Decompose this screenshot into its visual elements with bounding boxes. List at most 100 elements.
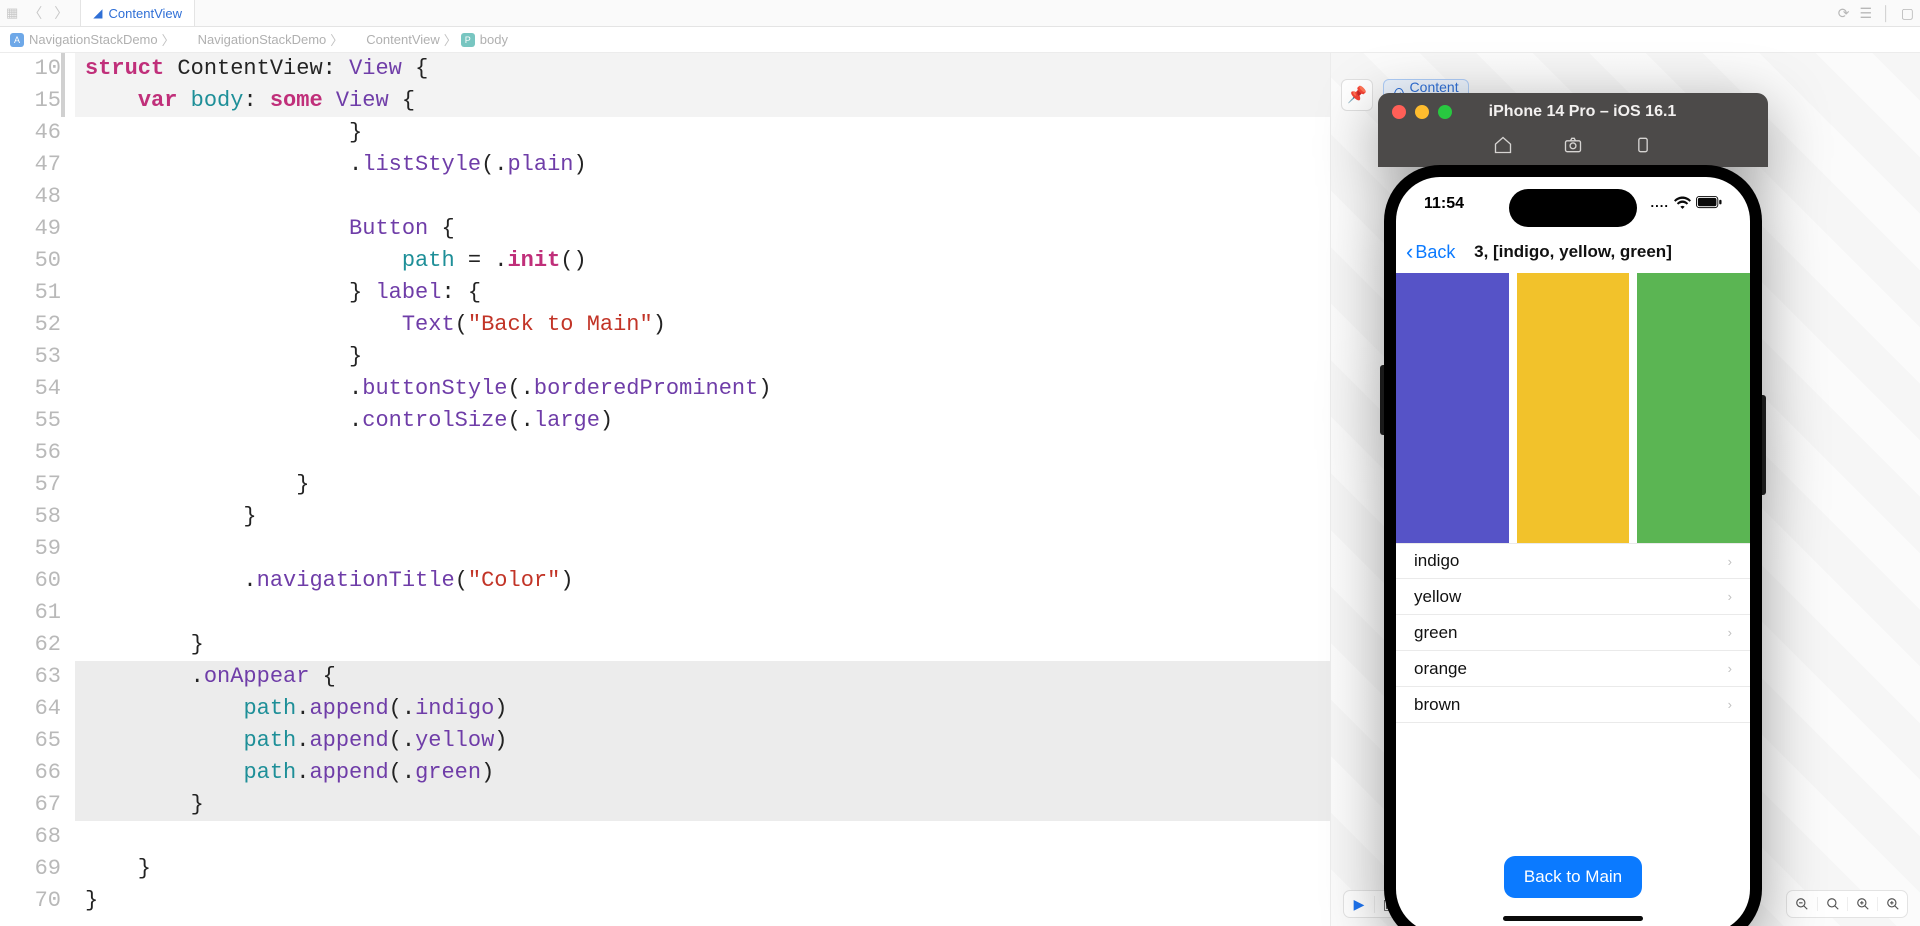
- line-number: 50: [0, 245, 61, 277]
- zoom-fit-button[interactable]: [1847, 897, 1877, 911]
- code-line[interactable]: path.append(.indigo): [75, 693, 1330, 725]
- folder-icon: ▣: [179, 33, 193, 47]
- line-number: 70: [0, 885, 61, 917]
- code-line[interactable]: }: [75, 117, 1330, 149]
- line-number: 47: [0, 149, 61, 181]
- simulator-title: iPhone 14 Pro – iOS 16.1: [1411, 103, 1754, 121]
- tab-label: ContentView: [109, 6, 182, 21]
- cellular-dots: ....: [1651, 195, 1669, 210]
- code-line[interactable]: [75, 533, 1330, 565]
- add-editor-icon[interactable]: ▢: [1901, 5, 1914, 22]
- rotate-icon[interactable]: [1633, 135, 1653, 160]
- code-line[interactable]: [75, 437, 1330, 469]
- line-number: 57: [0, 469, 61, 501]
- code-line[interactable]: }: [75, 885, 1330, 917]
- list-item[interactable]: indigo›: [1396, 543, 1750, 579]
- list-item-label: orange: [1414, 659, 1467, 679]
- minimap-icon[interactable]: │: [1882, 5, 1891, 22]
- back-button[interactable]: ‹ Back: [1406, 239, 1455, 265]
- line-number: 66: [0, 757, 61, 789]
- code-line[interactable]: .listStyle(.plain): [75, 149, 1330, 181]
- line-number: 10: [0, 53, 61, 85]
- crumb-project[interactable]: NavigationStackDemo: [29, 32, 158, 47]
- code-line[interactable]: }: [75, 341, 1330, 373]
- code-line[interactable]: struct ContentView: View {: [75, 53, 1330, 85]
- refresh-icon[interactable]: ⟳: [1838, 5, 1850, 22]
- tab-contentview[interactable]: ◢ ContentView: [80, 0, 195, 26]
- crumb-symbol[interactable]: body: [480, 32, 508, 47]
- line-number: 59: [0, 533, 61, 565]
- line-number: 49: [0, 213, 61, 245]
- code-line[interactable]: [75, 821, 1330, 853]
- home-icon[interactable]: [1493, 135, 1513, 160]
- code-line[interactable]: }: [75, 789, 1330, 821]
- nav-back-icon[interactable]: 〈: [26, 3, 44, 23]
- list-item-label: yellow: [1414, 587, 1461, 607]
- chevron-right-icon: ›: [1728, 697, 1732, 712]
- line-number: 46: [0, 117, 61, 149]
- nav-forward-icon[interactable]: 〉: [52, 3, 70, 23]
- color-swatch: [1517, 273, 1630, 543]
- project-icon: A: [10, 33, 24, 47]
- code-area[interactable]: struct ContentView: View { var body: som…: [75, 53, 1330, 926]
- pin-preview-button[interactable]: 📌: [1341, 79, 1373, 111]
- battery-icon: [1696, 196, 1722, 209]
- simulator-window: iPhone 14 Pro – iOS 16.1: [1378, 93, 1768, 926]
- code-line[interactable]: }: [75, 853, 1330, 885]
- code-line[interactable]: Text("Back to Main"): [75, 309, 1330, 341]
- source-editor[interactable]: 1015464748495051525354555657585960616263…: [0, 53, 1330, 926]
- line-number: 65: [0, 725, 61, 757]
- window-close-button[interactable]: [1392, 105, 1406, 119]
- line-number: 58: [0, 501, 61, 533]
- adjust-editor-icon[interactable]: ☰: [1859, 5, 1872, 22]
- list-item[interactable]: brown›: [1396, 687, 1750, 723]
- wifi-icon: [1674, 196, 1691, 209]
- chevron-right-icon: ›: [1728, 661, 1732, 676]
- code-line[interactable]: .buttonStyle(.borderedProminent): [75, 373, 1330, 405]
- crumb-file[interactable]: ContentView: [366, 32, 439, 47]
- code-line[interactable]: .onAppear {: [75, 661, 1330, 693]
- code-line[interactable]: var body: some View {: [75, 85, 1330, 117]
- line-gutter: 1015464748495051525354555657585960616263…: [0, 53, 75, 926]
- list-item[interactable]: green›: [1396, 615, 1750, 651]
- code-line[interactable]: [75, 597, 1330, 629]
- device-screen[interactable]: 11:54 .... ‹ Back 3, [indigo, yellow, gr…: [1396, 177, 1750, 926]
- crumb-folder[interactable]: NavigationStackDemo: [198, 32, 327, 47]
- home-indicator[interactable]: [1503, 916, 1643, 921]
- code-line[interactable]: }: [75, 469, 1330, 501]
- color-list: indigo›yellow›green›orange›brown›: [1396, 543, 1750, 723]
- jump-bar[interactable]: ANavigationStackDemo 〉 ▣NavigationStackD…: [0, 27, 1920, 53]
- chevron-right-icon: ›: [1728, 554, 1732, 569]
- live-preview-button[interactable]: ▶: [1344, 896, 1374, 913]
- zoom-out-button[interactable]: [1787, 897, 1817, 911]
- back-to-main-button[interactable]: Back to Main: [1504, 856, 1642, 898]
- chevron-right-icon: ›: [1728, 625, 1732, 640]
- line-number: 61: [0, 597, 61, 629]
- code-line[interactable]: }: [75, 501, 1330, 533]
- zoom-reset-button[interactable]: [1817, 897, 1847, 911]
- code-line[interactable]: .navigationTitle("Color"): [75, 565, 1330, 597]
- line-number: 60: [0, 565, 61, 597]
- related-items-icon[interactable]: ▦: [6, 5, 18, 21]
- code-line[interactable]: path = .init(): [75, 245, 1330, 277]
- code-line[interactable]: .controlSize(.large): [75, 405, 1330, 437]
- line-number: 53: [0, 341, 61, 373]
- editor-tab-bar: ▦ 〈 〉 ◢ ContentView ⟳ ☰ │ ▢: [0, 0, 1920, 27]
- chevron-right-icon: ›: [1728, 589, 1732, 604]
- swift-file-icon: ◢: [93, 6, 102, 20]
- list-item[interactable]: orange ›: [1396, 651, 1750, 687]
- device-frame: 11:54 .... ‹ Back 3, [indigo, yellow, gr…: [1384, 165, 1762, 926]
- line-number: 62: [0, 629, 61, 661]
- line-number: 68: [0, 821, 61, 853]
- code-line[interactable]: [75, 181, 1330, 213]
- code-line[interactable]: path.append(.green): [75, 757, 1330, 789]
- line-number: 15: [0, 85, 61, 117]
- line-number: 51: [0, 277, 61, 309]
- screenshot-icon[interactable]: [1563, 135, 1583, 160]
- list-item[interactable]: yellow ›: [1396, 579, 1750, 615]
- zoom-in-button[interactable]: [1877, 897, 1907, 911]
- code-line[interactable]: Button {: [75, 213, 1330, 245]
- code-line[interactable]: }: [75, 629, 1330, 661]
- code-line[interactable]: path.append(.yellow): [75, 725, 1330, 757]
- code-line[interactable]: } label: {: [75, 277, 1330, 309]
